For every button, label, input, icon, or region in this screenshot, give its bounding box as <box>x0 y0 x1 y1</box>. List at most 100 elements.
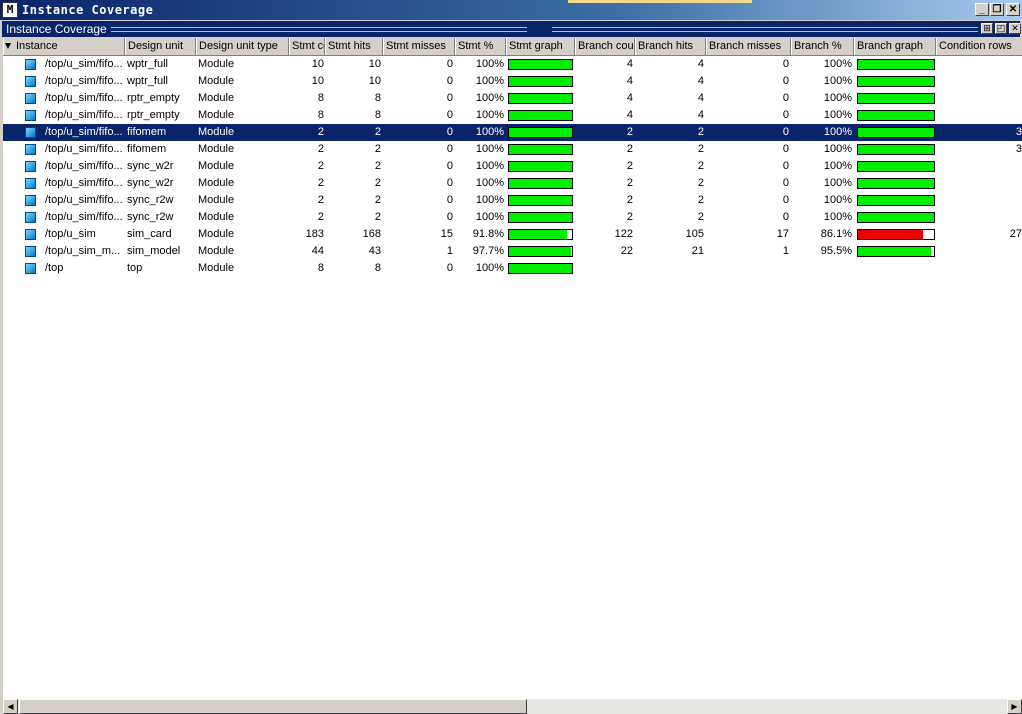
instance-name: /top/u_sim/fifo... <box>45 75 123 87</box>
table-row[interactable]: /top/u_sim/fifo... rptr_empty Module 8 8 0 100… <box>3 107 1022 124</box>
instance-icon <box>25 127 36 138</box>
condition-rows <box>936 192 1022 209</box>
condition-rows <box>936 243 1022 260</box>
scroll-thumb[interactable] <box>19 699 527 714</box>
branch-graph-bar-fill <box>858 162 934 171</box>
col-stmt-graph-header[interactable]: Stmt graph <box>506 38 575 55</box>
col-stmt-hits-header[interactable]: Stmt hits <box>325 38 383 55</box>
branch-pct: 95.5% <box>820 245 852 257</box>
panel-grip[interactable] <box>102 27 527 32</box>
stmt-pct: 100% <box>475 177 504 189</box>
stmt-misses: 0 <box>446 143 453 155</box>
design-unit: sim_card <box>127 228 172 240</box>
branch-graph-bar <box>857 59 935 70</box>
col-design-unit-type-header[interactable]: Design unit type <box>196 38 289 55</box>
branch-hits: 4 <box>697 109 704 121</box>
stmt-hits: 8 <box>374 109 381 121</box>
stmt-misses: 0 <box>446 160 453 172</box>
table-row[interactable]: /top/u_sim/fifo... wptr_full Module 10 10 0 10… <box>3 73 1022 90</box>
design-unit: fifomem <box>127 143 167 155</box>
instance-icon <box>25 263 36 274</box>
stmt-hits: 2 <box>374 194 381 206</box>
instance-name: /top/u_sim/fifo... <box>45 109 123 121</box>
branch-pct: 86.1% <box>820 228 852 240</box>
col-branch-graph-header[interactable]: Branch graph <box>854 38 936 55</box>
col-condition-rows-header[interactable]: Condition rows <box>936 38 1022 55</box>
table-row[interactable]: /top/u_sim_m... sim_model Module 44 43 1 97.7%… <box>3 243 1022 260</box>
branch-graph-bar-fill <box>858 196 934 205</box>
col-branch-pct-header[interactable]: Branch % <box>791 38 854 55</box>
col-design-unit-header[interactable]: Design unit <box>125 38 196 55</box>
close-button[interactable]: ✕ <box>1006 3 1020 16</box>
stmt-pct: 100% <box>475 194 504 206</box>
panel-undock-button[interactable]: ◰ <box>995 23 1007 34</box>
branch-pct: 100% <box>823 75 852 87</box>
instance-icon <box>25 59 36 70</box>
stmt-misses: 0 <box>446 92 453 104</box>
condition-rows <box>936 73 1022 90</box>
branch-hits: 2 <box>697 177 704 189</box>
condition-rows: 3 <box>1015 143 1022 155</box>
stmt-graph-bar-fill <box>509 196 572 205</box>
stmt-hits: 2 <box>374 211 381 223</box>
col-branch-count-header[interactable]: Branch count <box>575 38 635 55</box>
stmt-hits: 8 <box>374 262 381 274</box>
col-branch-hits-header[interactable]: Branch hits <box>635 38 706 55</box>
design-unit-type: Module <box>198 211 235 223</box>
sort-down-icon[interactable] <box>5 43 11 49</box>
stmt-graph-bar-fill <box>509 230 567 239</box>
table-row[interactable]: /top/u_sim/fifo... fifomem Module 2 2 0 100% 2 2… <box>3 141 1022 158</box>
branch-hits: 4 <box>697 75 704 87</box>
stmt-count: 2 <box>317 160 324 172</box>
stmt-graph-bar <box>508 93 573 104</box>
branch-pct: 100% <box>823 177 852 189</box>
instance-name: /top/u_sim/fifo... <box>45 211 123 223</box>
app-logo-icon: M <box>2 2 18 18</box>
stmt-misses: 1 <box>446 245 453 257</box>
stmt-graph-bar <box>508 212 573 223</box>
table-row[interactable]: /top/u_sim sim_card Module 183 168 15 91.8% 122… <box>3 226 1022 243</box>
col-stmt-misses-header[interactable]: Stmt misses <box>383 38 455 55</box>
col-stmt-pct-header[interactable]: Stmt % <box>455 38 506 55</box>
table-row[interactable]: /top/u_sim/fifo... wptr_full Module 10 10 0 10… <box>3 56 1022 73</box>
stmt-graph-bar-fill <box>509 145 572 154</box>
instance-icon <box>25 195 36 206</box>
branch-graph-bar <box>857 144 935 155</box>
branch-misses: 1 <box>782 245 789 257</box>
stmt-count: 2 <box>317 211 324 223</box>
panel-close-button[interactable]: ✕ <box>1009 23 1021 34</box>
stmt-graph-bar-fill <box>509 162 572 171</box>
stmt-graph-bar <box>508 195 573 206</box>
panel-float-button[interactable]: ⊞ <box>981 23 993 34</box>
restore-button[interactable]: ❐ <box>990 3 1004 16</box>
col-branch-misses-header[interactable]: Branch misses <box>706 38 791 55</box>
branch-misses: 0 <box>782 92 789 104</box>
minimize-button[interactable]: _ <box>975 3 989 16</box>
table-row[interactable]: /top top Module 8 8 0 100% <box>3 260 1022 277</box>
stmt-count: 44 <box>311 245 324 257</box>
table-row[interactable]: /top/u_sim/fifo... sync_w2r Module 2 2 0 100% 2… <box>3 175 1022 192</box>
stmt-graph-bar-fill <box>509 77 572 86</box>
branch-graph-bar-fill <box>858 145 934 154</box>
table-row[interactable]: /top/u_sim/fifo... fifomem Module 2 2 0 100% 2 2… <box>3 124 1022 141</box>
instance-icon <box>25 161 36 172</box>
table-row[interactable]: /top/u_sim/fifo... sync_r2w Module 2 2 0 100% 2… <box>3 209 1022 226</box>
panel-grip-right[interactable] <box>552 27 978 32</box>
instance-icon <box>25 246 36 257</box>
table-row[interactable]: /top/u_sim/fifo... sync_r2w Module 2 2 0 100% 2… <box>3 192 1022 209</box>
branch-count: 4 <box>626 75 633 87</box>
stmt-graph-bar <box>508 59 573 70</box>
table-row[interactable]: /top/u_sim/fifo... sync_w2r Module 2 2 0 100% 2… <box>3 158 1022 175</box>
horizontal-scrollbar[interactable]: ◀ ▶ <box>3 699 1022 714</box>
col-stmt-count-header[interactable]: Stmt count <box>289 38 325 55</box>
scroll-right-button[interactable]: ▶ <box>1007 699 1022 714</box>
branch-count: 2 <box>626 126 633 138</box>
design-unit-type: Module <box>198 194 235 206</box>
window-title-bar[interactable]: M Instance Coverage _ ❐ ✕ <box>0 0 1022 20</box>
stmt-pct: 100% <box>475 126 504 138</box>
scroll-left-button[interactable]: ◀ <box>3 699 18 714</box>
col-instance-header[interactable]: Instance <box>3 38 125 55</box>
table-row[interactable]: /top/u_sim/fifo... rptr_empty Module 8 8 0 100… <box>3 90 1022 107</box>
branch-count: 2 <box>626 194 633 206</box>
panel-header[interactable]: Instance Coverage ⊞ ◰ ✕ <box>2 21 1021 37</box>
